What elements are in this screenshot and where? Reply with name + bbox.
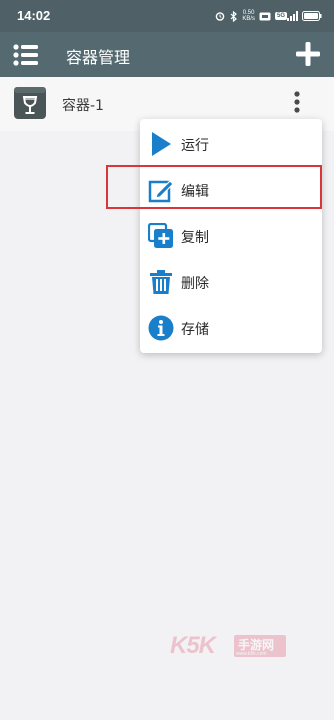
highlight-box [106, 165, 322, 209]
menu-item-delete[interactable]: 删除 [140, 259, 322, 305]
battery-icon [302, 11, 322, 21]
wine-glass-box-icon [13, 86, 47, 120]
context-menu: 运行 编辑 复制 删除 存储 [140, 119, 322, 353]
menu-item-label: 存储 [181, 322, 209, 338]
status-bar: 14:02 0.50 KB/s 5G [0, 0, 334, 32]
signal-icon: 5G [274, 11, 298, 21]
info-circle-icon [148, 315, 174, 341]
container-name: 容器-1 [62, 98, 104, 114]
play-icon [148, 131, 174, 157]
network-badge: 5G [274, 12, 287, 20]
watermark-brand: K5K [170, 632, 216, 659]
trash-icon [148, 269, 174, 295]
menu-item-copy[interactable]: 复制 [140, 213, 322, 259]
menu-item-storage[interactable]: 存储 [140, 305, 322, 351]
bluetooth-icon [229, 10, 238, 22]
hamburger-list-icon[interactable] [13, 42, 39, 68]
net-speed-unit: KB/s [242, 16, 255, 22]
status-icons: 0.50 KB/s 5G [215, 8, 322, 24]
watermark-logo: K5K 手游网 www.k5k.com [170, 632, 320, 662]
page-title: 容器管理 [66, 48, 131, 67]
menu-item-label: 删除 [181, 276, 209, 292]
plus-icon[interactable] [294, 40, 322, 68]
app-bar: 容器管理 [0, 32, 334, 77]
more-vertical-icon[interactable] [287, 89, 307, 117]
menu-item-label: 运行 [181, 138, 209, 154]
menu-item-run[interactable]: 运行 [140, 121, 322, 167]
status-time: 14:02 [17, 8, 51, 23]
hd-icon [259, 12, 271, 21]
copy-plus-icon [147, 222, 174, 249]
net-speed: 0.50 KB/s [242, 10, 255, 22]
menu-item-label: 复制 [181, 230, 209, 246]
watermark-url: www.k5k.com [236, 651, 267, 657]
alarm-icon [215, 11, 225, 21]
